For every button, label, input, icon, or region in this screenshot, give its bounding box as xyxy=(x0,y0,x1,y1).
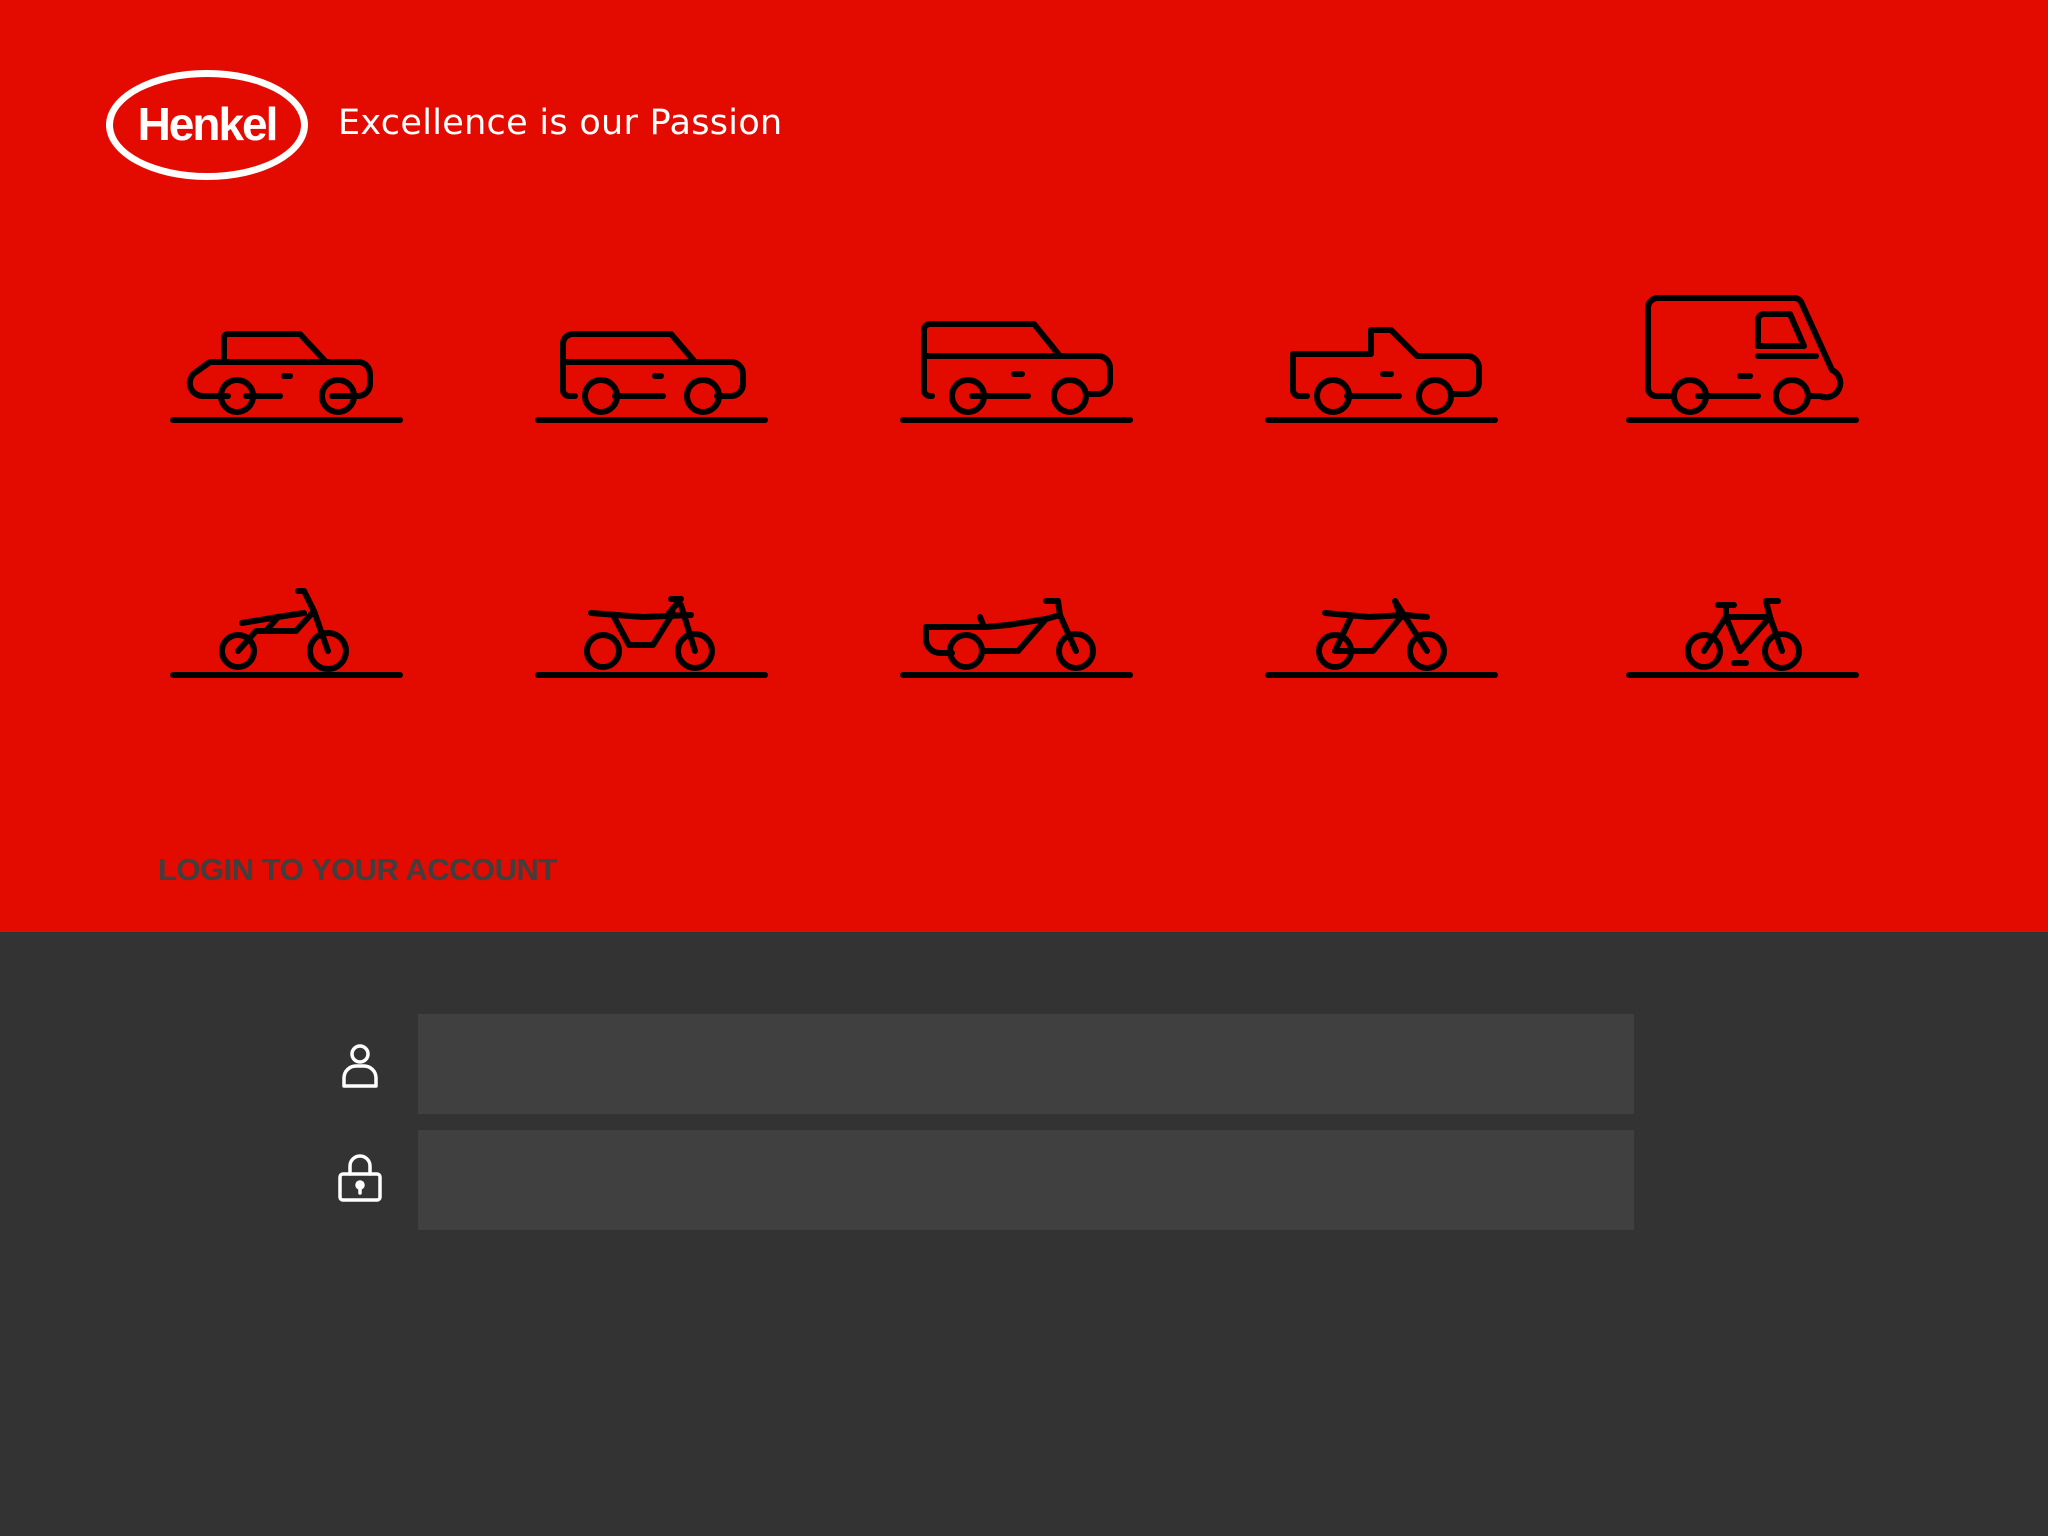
login-form xyxy=(0,932,2048,1536)
scooter-icon xyxy=(531,545,771,685)
moped-icon xyxy=(166,545,406,685)
motorcycle-sidecar-icon xyxy=(896,545,1136,685)
login-page: Henkel Excellence is our Passion LOGIN T… xyxy=(0,0,2048,1536)
password-input[interactable] xyxy=(418,1130,1634,1230)
user-icon xyxy=(336,1040,384,1092)
bicycle-icon xyxy=(1622,545,1862,685)
login-title: LOGIN TO YOUR ACCOUNT xyxy=(158,852,557,887)
brand-tagline: Excellence is our Passion xyxy=(338,103,783,143)
station-wagon-icon xyxy=(896,290,1136,430)
henkel-logo: Henkel xyxy=(103,67,311,183)
van-icon xyxy=(1622,290,1862,430)
dirt-bike-icon xyxy=(1261,545,1501,685)
lock-icon xyxy=(336,1152,384,1204)
sedan-icon xyxy=(166,290,406,430)
username-input[interactable] xyxy=(418,1014,1634,1114)
pickup-truck-icon xyxy=(1261,290,1501,430)
svg-text:Henkel: Henkel xyxy=(138,98,277,150)
hero-banner: Henkel Excellence is our Passion LOGIN T… xyxy=(0,0,2048,932)
suv-icon xyxy=(531,290,771,430)
